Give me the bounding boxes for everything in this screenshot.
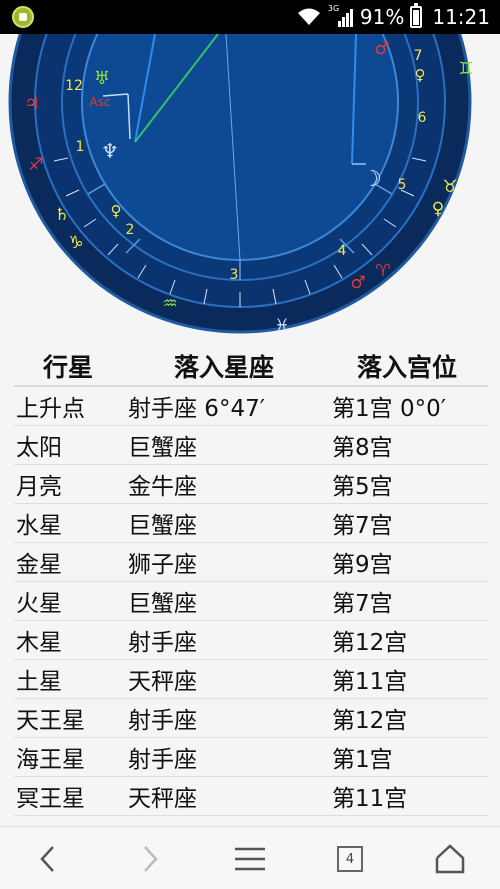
planet-sign: 天秤座 — [122, 776, 326, 816]
table-row: 上升点 射手座 6°47′ 第1宫 0°0′ — [14, 386, 488, 426]
menu-button[interactable] — [220, 837, 280, 881]
planet-name: 天王星 — [14, 698, 122, 738]
planet-name: 土星 — [14, 659, 122, 699]
chevron-right-icon — [144, 846, 158, 872]
mars-sign-icon: ♂ — [350, 273, 365, 293]
tabs-button[interactable]: 4 — [320, 837, 380, 881]
planet-sign: 狮子座 — [122, 542, 326, 582]
venus-icon: ♀ — [111, 202, 122, 220]
table-row: 土星 天秤座 第11宫 — [14, 659, 488, 699]
wifi-icon — [297, 8, 320, 25]
house-number-7: 7 — [414, 48, 423, 64]
planet-name: 海王星 — [14, 737, 122, 777]
header-house: 落入宫位 — [326, 346, 488, 387]
planet-house: 第7宫 — [326, 503, 488, 543]
house-number-4: 4 — [338, 243, 347, 259]
table-row: 月亮 金牛座 第5宫 — [14, 464, 488, 504]
back-button[interactable] — [18, 837, 78, 881]
house-number-5: 5 — [398, 177, 407, 193]
table-row: 木星 射手座 第12宫 — [14, 620, 488, 660]
table-row: 金星 狮子座 第9宫 — [14, 542, 488, 582]
forward-button[interactable] — [120, 837, 180, 881]
network-type: 3G — [327, 4, 340, 13]
header-sign: 落入星座 — [122, 346, 326, 387]
table-row: 太阳 巨蟹座 第8宫 — [14, 425, 488, 465]
planet-sign: 金牛座 — [122, 464, 326, 504]
table-row: 海王星 射手座 第1宫 — [14, 737, 488, 777]
planet-house: 第8宫 — [326, 425, 488, 465]
status-bar: 3G 91% 11:21 — [0, 0, 500, 34]
planet-house: 第5宫 — [326, 464, 488, 504]
planet-house: 第12宫 — [326, 698, 488, 738]
planet-sign: 射手座 6°47′ — [122, 386, 326, 426]
house-number-6: 6 — [418, 110, 427, 126]
table-row: 火星 巨蟹座 第7宫 — [14, 581, 488, 621]
pisces-icon: ♓ — [274, 316, 289, 336]
battery-icon — [410, 3, 423, 28]
table-row: 水星 巨蟹座 第7宫 — [14, 503, 488, 543]
planet-sign: 天秤座 — [122, 659, 326, 699]
app-notification-icon — [12, 6, 34, 28]
planet-name: 冥王星 — [14, 776, 122, 816]
planet-sign: 巨蟹座 — [122, 503, 326, 543]
saturn-icon: ♄ — [54, 205, 69, 225]
planet-house: 第1宫 — [326, 737, 488, 777]
planet-name: 月亮 — [14, 464, 122, 504]
planet-sign: 射手座 — [122, 620, 326, 660]
sagittarius-icon: ♐ — [28, 155, 43, 175]
chevron-left-icon — [40, 846, 54, 872]
house-number-12: 12 — [65, 78, 83, 94]
header-planet: 行星 — [14, 346, 122, 387]
uranus-icon: ♅ — [94, 68, 110, 89]
mars-icon: ♂ — [374, 39, 389, 59]
ascendant-label: Asc — [89, 95, 110, 109]
planet-house: 第9宫 — [326, 542, 488, 582]
planet-name: 上升点 — [14, 386, 122, 426]
planet-house: 第7宫 — [326, 581, 488, 621]
planet-sign: 巨蟹座 — [122, 581, 326, 621]
aries-icon: ♈ — [375, 261, 390, 281]
planet-name: 木星 — [14, 620, 122, 660]
clock: 11:21 — [432, 5, 490, 29]
planet-name: 金星 — [14, 542, 122, 582]
venus-right-icon: ♀ — [415, 66, 426, 84]
planet-house: 第11宫 — [326, 776, 488, 816]
planet-sign: 巨蟹座 — [122, 425, 326, 465]
signal-icon: 3G — [327, 4, 354, 27]
capricorn-icon: ♑ — [68, 233, 83, 253]
planet-house: 第1宫 0°0′ — [326, 386, 488, 426]
jupiter-sign-icon: ♃ — [24, 94, 39, 114]
home-button[interactable] — [420, 837, 480, 881]
planet-name: 水星 — [14, 503, 122, 543]
neptune-icon: ♆ — [101, 139, 119, 163]
planet-name: 火星 — [14, 581, 122, 621]
menu-icon — [235, 847, 265, 871]
table-row: 天王星 射手座 第12宫 — [14, 698, 488, 738]
table-header-row: 行星 落入星座 落入宫位 — [14, 346, 488, 387]
planet-house: 第12宫 — [326, 620, 488, 660]
house-number-3: 3 — [230, 267, 239, 283]
planet-sign: 射手座 — [122, 698, 326, 738]
tab-count-badge: 4 — [337, 846, 363, 872]
house-number-1: 1 — [76, 139, 85, 155]
planet-house: 第11宫 — [326, 659, 488, 699]
gemini-icon: ♊ — [458, 59, 473, 79]
taurus-icon: ♉ — [442, 177, 457, 197]
table-row: 冥王星 天秤座 第11宫 — [14, 776, 488, 816]
status-icons: 3G 91% 11:21 — [296, 3, 490, 30]
planet-sign: 射手座 — [122, 737, 326, 777]
home-icon — [435, 844, 465, 874]
natal-chart[interactable]: 12 1 2 3 4 5 6 7 ♃ ♐ ♄ ♑ ♒ ♓ ♈ ♉ ♊ ♀ ♂ ♆… — [0, 34, 500, 344]
browser-nav-bar: 4 — [0, 826, 500, 889]
planet-name: 太阳 — [14, 425, 122, 465]
house-number-2: 2 — [126, 222, 135, 238]
planet-position-table: 行星 落入星座 落入宫位 上升点 射手座 6°47′ 第1宫 0°0′ 太阳 巨… — [14, 346, 488, 816]
battery-percent: 91% — [359, 5, 405, 29]
venus-sign-icon: ♀ — [432, 199, 444, 219]
aquarius-icon: ♒ — [162, 294, 177, 314]
moon-icon: ☽ — [362, 167, 382, 192]
